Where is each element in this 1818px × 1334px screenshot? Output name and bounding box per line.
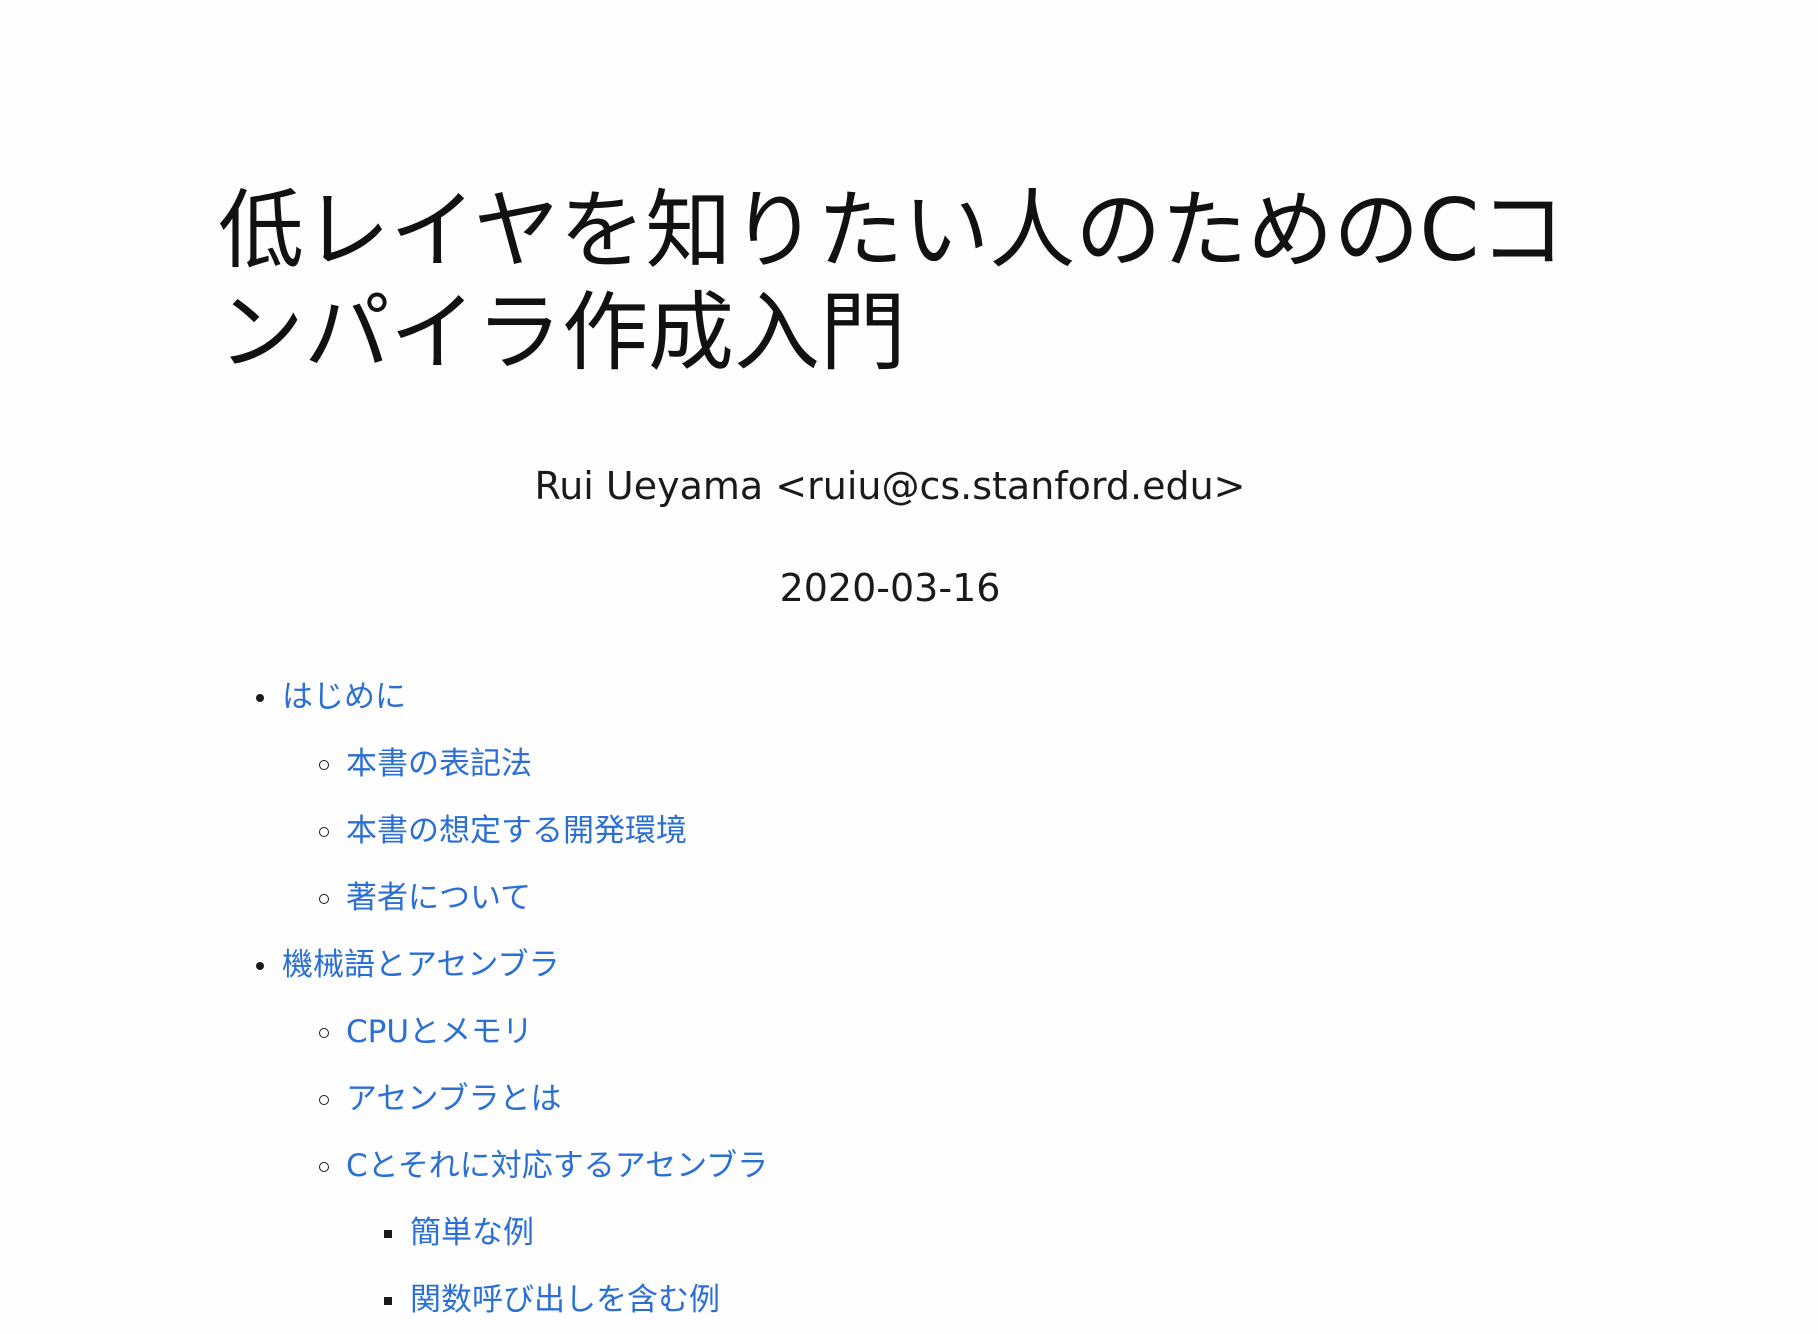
circle-bullet-icon [314,798,334,865]
author-line: Rui Ueyama <ruiu@cs.stanford.edu> [534,464,1246,508]
toc-link[interactable]: 機械語とアセンブラ [282,947,559,983]
toc-item: 簡単な例 [218,1200,1598,1267]
table-of-contents: はじめに 本書の表記法 本書の想定する開発環境 著者について 機械語とアセンブラ… [218,664,1598,1334]
circle-bullet-icon [314,999,334,1066]
document-page: 低レイヤを知りたい人のためのCコンパイラ作成入門 Rui Ueyama <rui… [218,0,1598,1334]
toc-item: 著者について [218,865,1598,932]
circle-bullet-icon [314,1133,334,1200]
toc-link[interactable]: 関数呼び出しを含む例 [410,1282,720,1318]
toc-link[interactable]: 本書の表記法 [346,746,532,782]
toc-link[interactable]: 本書の想定する開発環境 [346,813,687,849]
toc-item: はじめに [218,664,1598,731]
toc-item: 機械語とアセンブラ [218,932,1598,999]
square-bullet-icon [378,1200,398,1267]
toc-list: はじめに 本書の表記法 本書の想定する開発環境 著者について 機械語とアセンブラ… [218,664,1598,1334]
toc-link[interactable]: CPUとメモリ [346,1014,533,1050]
toc-link[interactable]: アセンブラとは [346,1081,561,1117]
disc-bullet-icon [250,932,270,999]
toc-link[interactable]: 著者について [346,880,531,916]
circle-bullet-icon [314,1066,334,1133]
circle-bullet-icon [314,731,334,798]
page-title: 低レイヤを知りたい人のためのCコンパイラ作成入門 [218,181,1566,383]
disc-bullet-icon [250,664,270,731]
square-bullet-icon [378,1267,398,1334]
toc-item: 本書の想定する開発環境 [218,798,1598,865]
toc-link[interactable]: Cとそれに対応するアセンブラ [346,1148,768,1184]
toc-item: アセンブラとは [218,1066,1598,1133]
toc-item: CPUとメモリ [218,999,1598,1066]
circle-bullet-icon [314,865,334,932]
toc-item: 本書の表記法 [218,731,1598,798]
toc-link[interactable]: はじめに [282,679,406,715]
publish-date: 2020-03-16 [779,566,1001,610]
toc-link[interactable]: 簡単な例 [410,1215,534,1251]
toc-item: 関数呼び出しを含む例 [218,1267,1598,1334]
toc-item: Cとそれに対応するアセンブラ [218,1133,1598,1200]
